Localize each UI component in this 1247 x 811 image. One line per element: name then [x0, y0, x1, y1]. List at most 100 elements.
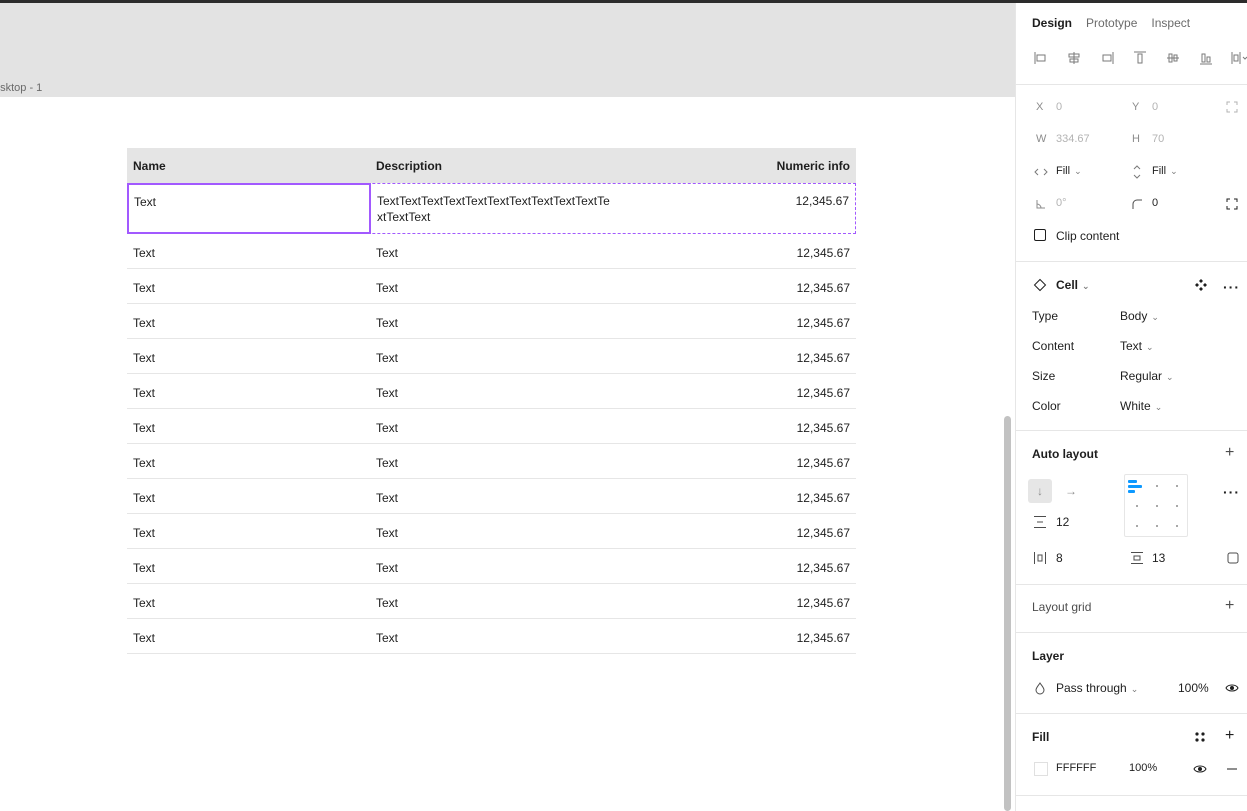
- more-options-icon[interactable]: ···: [1223, 280, 1240, 294]
- table-row[interactable]: Text Text 12,345.67: [127, 619, 856, 654]
- cell-numeric[interactable]: 12,345.67: [613, 304, 856, 338]
- constraints-icon[interactable]: [1225, 100, 1239, 114]
- cell-numeric[interactable]: 12,345.67: [613, 234, 856, 268]
- table-row-selected[interactable]: Text TextTextTextTextTextTextTextTextText…: [127, 183, 856, 234]
- item-spacing-input[interactable]: 12: [1056, 515, 1069, 529]
- align-top-icon[interactable]: [1131, 49, 1149, 67]
- table-row[interactable]: Text Text 12,345.67: [127, 409, 856, 444]
- table-row[interactable]: Text Text 12,345.67: [127, 549, 856, 584]
- individual-padding-icon[interactable]: [1226, 551, 1240, 565]
- cell-description[interactable]: Text: [370, 619, 613, 653]
- component-name-dropdown[interactable]: Cell ⌄: [1056, 278, 1090, 292]
- cell-description[interactable]: Text: [370, 444, 613, 478]
- cell-description[interactable]: Text: [370, 304, 613, 338]
- cell-name[interactable]: Text: [127, 444, 370, 478]
- height-mode-dropdown[interactable]: Fill ⌄: [1152, 165, 1178, 177]
- cell-numeric[interactable]: 12,345.67: [613, 549, 856, 583]
- corner-radius-input[interactable]: 0: [1152, 197, 1158, 209]
- fill-remove-icon[interactable]: [1225, 762, 1239, 776]
- cell-numeric[interactable]: 12,345.67: [613, 339, 856, 373]
- fill-opacity-input[interactable]: 100%: [1129, 762, 1157, 774]
- direction-vertical-button[interactable]: ↓: [1028, 479, 1052, 503]
- distribute-icon[interactable]: [1230, 49, 1247, 67]
- independent-corners-icon[interactable]: [1225, 197, 1239, 211]
- cell-name[interactable]: Text: [127, 304, 370, 338]
- cell-numeric[interactable]: 12,345.67: [613, 409, 856, 443]
- table-row[interactable]: Text Text 12,345.67: [127, 339, 856, 374]
- y-input[interactable]: 0: [1152, 101, 1158, 113]
- cell-name[interactable]: Text: [127, 619, 370, 653]
- cell-numeric[interactable]: 12,345.67: [613, 184, 855, 233]
- tab-inspect[interactable]: Inspect: [1151, 16, 1190, 30]
- cell-name[interactable]: Text: [127, 374, 370, 408]
- cell-description[interactable]: Text: [370, 584, 613, 618]
- blend-mode-dropdown[interactable]: Pass through ⌄: [1056, 681, 1138, 695]
- cell-description[interactable]: Text: [370, 374, 613, 408]
- layer-opacity-input[interactable]: 100%: [1178, 681, 1209, 695]
- tab-design[interactable]: Design: [1032, 16, 1072, 30]
- eye-icon[interactable]: [1225, 681, 1239, 695]
- cell-description[interactable]: Text: [370, 339, 613, 373]
- cell-numeric[interactable]: 12,345.67: [613, 269, 856, 303]
- cell-name[interactable]: Text: [127, 269, 370, 303]
- table-row[interactable]: Text Text 12,345.67: [127, 479, 856, 514]
- style-picker-icon[interactable]: [1193, 730, 1207, 744]
- cell-description[interactable]: Text: [370, 479, 613, 513]
- layout-grid-add-icon[interactable]: +: [1225, 598, 1234, 614]
- fill-hex-input[interactable]: FFFFFF: [1056, 762, 1096, 774]
- cell-description[interactable]: TextTextTextTextTextTextTextTextTextText…: [371, 184, 613, 233]
- table-row[interactable]: Text Text 12,345.67: [127, 374, 856, 409]
- table-row[interactable]: Text Text 12,345.67: [127, 269, 856, 304]
- table-row[interactable]: Text Text 12,345.67: [127, 304, 856, 339]
- cell-description[interactable]: Text: [370, 269, 613, 303]
- cell-name[interactable]: Text: [127, 234, 370, 268]
- cell-description[interactable]: Text: [370, 409, 613, 443]
- cell-numeric[interactable]: 12,345.67: [613, 479, 856, 513]
- prop-color-dropdown[interactable]: White ⌄: [1120, 399, 1162, 413]
- cell-name[interactable]: Text: [127, 479, 370, 513]
- width-mode-dropdown[interactable]: Fill ⌄: [1056, 165, 1082, 177]
- cell-name[interactable]: Text: [127, 183, 371, 234]
- cell-numeric[interactable]: 12,345.67: [613, 514, 856, 548]
- table-row[interactable]: Text Text 12,345.67: [127, 584, 856, 619]
- cell-numeric[interactable]: 12,345.67: [613, 619, 856, 653]
- fill-color-swatch[interactable]: [1034, 762, 1048, 776]
- fill-add-icon[interactable]: +: [1225, 728, 1234, 744]
- cell-name[interactable]: Text: [127, 409, 370, 443]
- cell-description[interactable]: Text: [370, 234, 613, 268]
- data-table[interactable]: Name Description Numeric info Text TextTe…: [127, 148, 856, 654]
- cell-name[interactable]: Text: [127, 584, 370, 618]
- table-row[interactable]: Text Text 12,345.67: [127, 514, 856, 549]
- alignment-grid[interactable]: [1124, 474, 1188, 537]
- align-right-icon[interactable]: [1098, 49, 1116, 67]
- cell-numeric[interactable]: 12,345.67: [613, 374, 856, 408]
- fill-visibility-eye-icon[interactable]: [1193, 762, 1207, 776]
- x-input[interactable]: 0: [1056, 101, 1062, 113]
- horizontal-padding-input[interactable]: 8: [1056, 551, 1063, 565]
- rotation-input[interactable]: 0°: [1056, 197, 1067, 209]
- auto-layout-more-icon[interactable]: ···: [1223, 485, 1240, 499]
- h-input[interactable]: 70: [1152, 133, 1164, 145]
- vertical-padding-input[interactable]: 13: [1152, 551, 1165, 565]
- prop-size-dropdown[interactable]: Regular ⌄: [1120, 369, 1174, 383]
- w-input[interactable]: 334.67: [1056, 133, 1090, 145]
- table-row[interactable]: Text Text 12,345.67: [127, 234, 856, 269]
- cell-name[interactable]: Text: [127, 339, 370, 373]
- cell-description[interactable]: Text: [370, 549, 613, 583]
- auto-layout-add-icon[interactable]: +: [1225, 445, 1234, 461]
- prop-type-dropdown[interactable]: Body ⌄: [1120, 309, 1159, 323]
- direction-horizontal-button[interactable]: →: [1059, 479, 1083, 503]
- table-row[interactable]: Text Text 12,345.67: [127, 444, 856, 479]
- cell-numeric[interactable]: 12,345.67: [613, 444, 856, 478]
- align-vertical-center-icon[interactable]: [1164, 49, 1182, 67]
- clip-content-checkbox[interactable]: [1034, 229, 1046, 241]
- align-horizontal-center-icon[interactable]: [1065, 49, 1083, 67]
- cell-name[interactable]: Text: [127, 514, 370, 548]
- cell-numeric[interactable]: 12,345.67: [613, 584, 856, 618]
- canvas-scrollbar[interactable]: [1004, 416, 1011, 811]
- tab-prototype[interactable]: Prototype: [1086, 16, 1137, 30]
- align-left-icon[interactable]: [1032, 49, 1050, 67]
- frame-label[interactable]: esktop - 1: [0, 82, 42, 94]
- cell-description[interactable]: Text: [370, 514, 613, 548]
- prop-content-dropdown[interactable]: Text ⌄: [1120, 339, 1154, 353]
